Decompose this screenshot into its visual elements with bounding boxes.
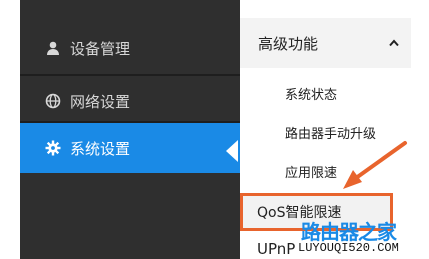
watermark-url: LUYOUQI520.COM	[298, 241, 399, 255]
